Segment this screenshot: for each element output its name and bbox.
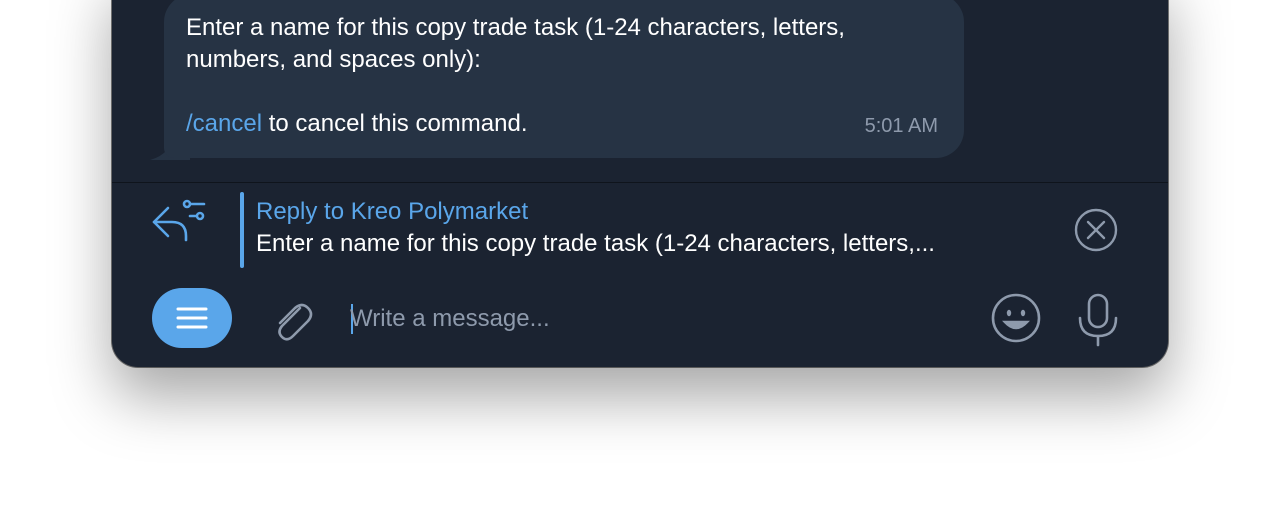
message-time: 5:01 AM (864, 115, 938, 137)
reply-snippet: Enter a name for this copy trade task (1… (256, 230, 935, 257)
reply-title: Reply to Kreo Polymarket (256, 198, 529, 225)
reply-icon (152, 199, 206, 242)
chat-window: Enter a name for this copy trade task (1… (112, 0, 1168, 367)
menu-icon (176, 307, 208, 329)
close-circle-icon[interactable] (1074, 208, 1118, 252)
reply-accent-bar (240, 192, 244, 268)
divider (112, 182, 1168, 183)
command-suffix: to cancel this command. (262, 110, 528, 137)
emoji-icon[interactable] (990, 292, 1042, 344)
message-line-2: numbers, and spaces only): (186, 46, 481, 73)
paperclip-icon[interactable] (268, 296, 316, 344)
cancel-command-link[interactable]: /cancel (186, 110, 262, 137)
message-text: Enter a name for this copy trade task (1… (186, 12, 942, 76)
message-input[interactable] (350, 300, 970, 338)
microphone-icon[interactable] (1076, 292, 1120, 348)
bot-menu-button[interactable] (152, 288, 232, 348)
message-command-line: /cancel to cancel this command. (186, 108, 942, 140)
message-line-1: Enter a name for this copy trade task (1… (186, 14, 845, 41)
message-bubble[interactable]: Enter a name for this copy trade task (1… (164, 0, 964, 158)
